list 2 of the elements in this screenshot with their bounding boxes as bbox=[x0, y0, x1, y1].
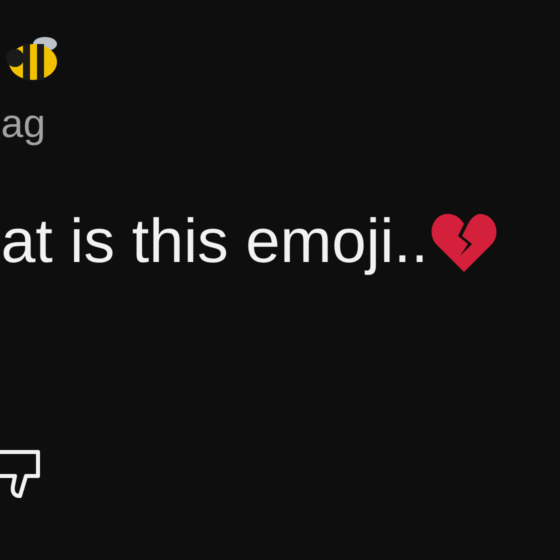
username[interactable]: ag bbox=[1, 104, 46, 144]
comment-text: at is this emoji.. bbox=[1, 211, 428, 273]
